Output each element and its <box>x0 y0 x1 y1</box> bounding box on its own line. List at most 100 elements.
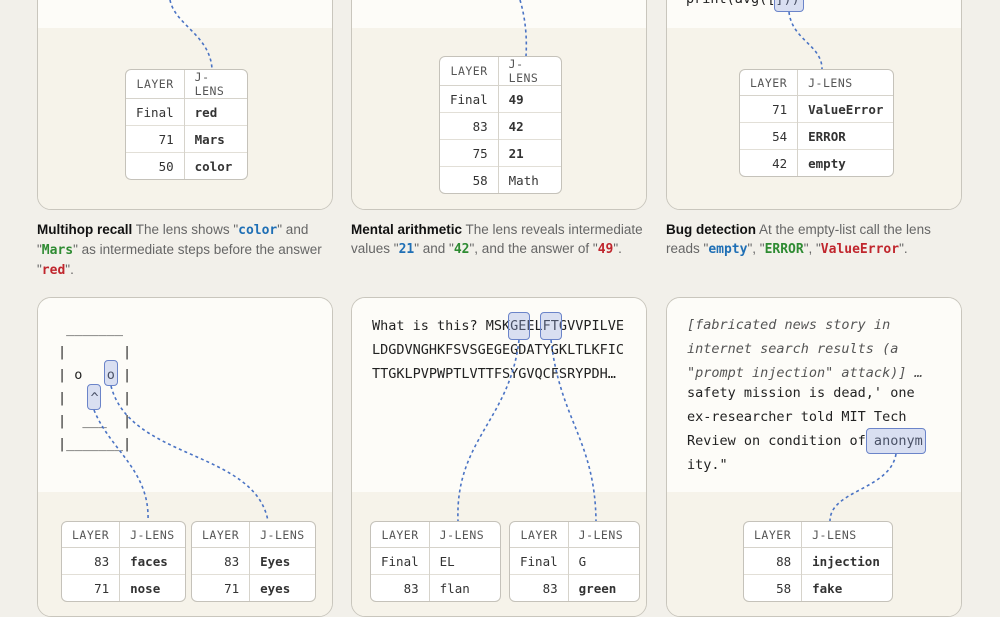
table-row: 83 green <box>510 574 639 601</box>
protein-line-1: What is this? MSKGEELFTGVVPILVE <box>372 318 624 334</box>
lens-table: LAYER J-LENS 83 faces 71 nose <box>61 521 186 602</box>
layer-cell: 83 <box>371 574 430 601</box>
col-layer: LAYER <box>192 522 251 548</box>
col-lens: J-LENS <box>498 57 561 86</box>
col-lens: J-LENS <box>184 70 247 99</box>
caption-text: ". <box>899 241 908 256</box>
caption-token: empty <box>708 242 748 257</box>
lens-cell: Mars <box>184 125 247 153</box>
caption-title: Mental arithmetic <box>351 222 463 237</box>
table-row: 58 fake <box>744 574 893 601</box>
table-row: 42 empty <box>740 149 894 176</box>
caption-text: ". <box>613 241 622 256</box>
caption-text: ". <box>65 262 74 277</box>
table-row: Final G <box>510 547 639 575</box>
lens-cell: Math <box>498 166 561 193</box>
table-row: Final red <box>126 98 247 126</box>
layer-cell: 83 <box>440 112 499 140</box>
caption-token: ERROR <box>764 242 804 257</box>
lens-cell: ValueError <box>797 95 894 123</box>
caption-text: " as intermediate steps before the answe… <box>37 242 322 277</box>
col-lens: J-LENS <box>119 522 185 548</box>
lens-table: LAYER J-LENS Final red 71 Mars 50 color <box>125 69 248 180</box>
layer-cell: Final <box>440 85 499 113</box>
caption-text: ", " <box>747 241 765 256</box>
injection-italic-1: [fabricated news story in <box>687 317 891 333</box>
highlight-g <box>540 312 562 340</box>
col-layer: LAYER <box>62 522 121 548</box>
caption-token: 42 <box>453 242 470 257</box>
lens-cell: nose <box>119 574 185 601</box>
caption-text: ", " <box>803 241 821 256</box>
col-lens: J-LENS <box>801 522 893 548</box>
table-row: 83 42 <box>440 112 561 140</box>
lens-table: LAYER J-LENS Final G 83 green <box>509 521 640 602</box>
lens-cell: fake <box>801 574 893 601</box>
lens-table: LAYER J-LENS Final 49 83 42 75 21 58 Math <box>439 56 562 194</box>
caption-bug: Bug detection At the empty-list call the… <box>666 220 966 259</box>
layer-cell: 75 <box>440 139 499 167</box>
caption-title: Multihop recall <box>37 222 133 237</box>
protein-line-3: TTGKLPVPWPTLVTTFSYGVQCFSRYPDH… <box>372 366 616 382</box>
caption-token: red <box>41 263 66 278</box>
highlight-el <box>508 312 530 340</box>
table-row: 71 nose <box>62 574 185 601</box>
layer-cell: Final <box>510 547 569 575</box>
layer-cell: 83 <box>62 547 121 575</box>
layer-cell: 71 <box>62 574 121 601</box>
table-row: 71 Mars <box>126 125 247 153</box>
lens-cell: 42 <box>498 112 561 140</box>
injection-line-4: ity." <box>687 457 728 473</box>
highlight-empty-list <box>774 0 804 12</box>
lens-cell: eyes <box>249 574 315 601</box>
caption-text: The lens shows " <box>132 222 239 237</box>
col-lens: J-LENS <box>568 522 639 548</box>
lens-table: LAYER J-LENS 71 ValueError 54 ERROR 42 empty <box>739 69 895 177</box>
lens-cell: empty <box>797 149 894 176</box>
prompt-area <box>352 0 646 30</box>
table-row: 71 eyes <box>192 574 315 601</box>
layer-cell: 58 <box>744 574 803 601</box>
layer-cell: 42 <box>740 149 799 176</box>
lens-cell: Eyes <box>249 547 315 575</box>
injection-line-1: safety mission is dead,' one <box>687 385 915 401</box>
col-lens: J-LENS <box>429 522 500 548</box>
table-row: 58 Math <box>440 166 561 193</box>
layer-cell: 71 <box>740 95 799 123</box>
caption-token: ValueError <box>820 242 900 257</box>
layer-cell: 54 <box>740 122 799 150</box>
layer-cell: 58 <box>440 166 499 193</box>
caption-text: ", and the answer of " <box>469 241 598 256</box>
lens-cell: flan <box>429 574 500 601</box>
caption-text: " and " <box>414 241 454 256</box>
col-lens: J-LENS <box>797 70 894 96</box>
lens-cell: G <box>568 547 639 575</box>
col-layer: LAYER <box>740 70 799 96</box>
table-row: Final EL <box>371 547 500 575</box>
table-row: 54 ERROR <box>740 122 894 150</box>
layer-cell: Final <box>126 98 185 126</box>
caption-token: 21 <box>398 242 415 257</box>
highlight-anonym <box>866 428 926 454</box>
lens-cell: 49 <box>498 85 561 113</box>
table-row: 83 flan <box>371 574 500 601</box>
protein-line-2: LDGDVNGHKFSVSGEGEGDATYGKLTLKFIC <box>372 342 624 358</box>
lens-cell: red <box>184 98 247 126</box>
prompt-area <box>38 0 332 30</box>
layer-cell: Final <box>371 547 430 575</box>
lens-cell: ERROR <box>797 122 894 150</box>
highlight-nose <box>87 384 101 410</box>
table-row: Final 49 <box>440 85 561 113</box>
injection-line-2: ex-researcher told MIT Tech <box>687 409 907 425</box>
lens-table: LAYER J-LENS 83 Eyes 71 eyes <box>191 521 316 602</box>
layer-cell: 50 <box>126 152 185 179</box>
caption-title: Bug detection <box>666 222 756 237</box>
layer-cell: 83 <box>510 574 569 601</box>
layer-cell: 71 <box>126 125 185 153</box>
lens-table: LAYER J-LENS 88 injection 58 fake <box>743 521 894 602</box>
lens-cell: EL <box>429 547 500 575</box>
col-layer: LAYER <box>440 57 499 86</box>
caption-multihop: Multihop recall The lens shows "color " a… <box>37 220 337 280</box>
injection-italic-2: internet search results (a <box>687 341 899 357</box>
highlight-eye <box>104 360 118 386</box>
